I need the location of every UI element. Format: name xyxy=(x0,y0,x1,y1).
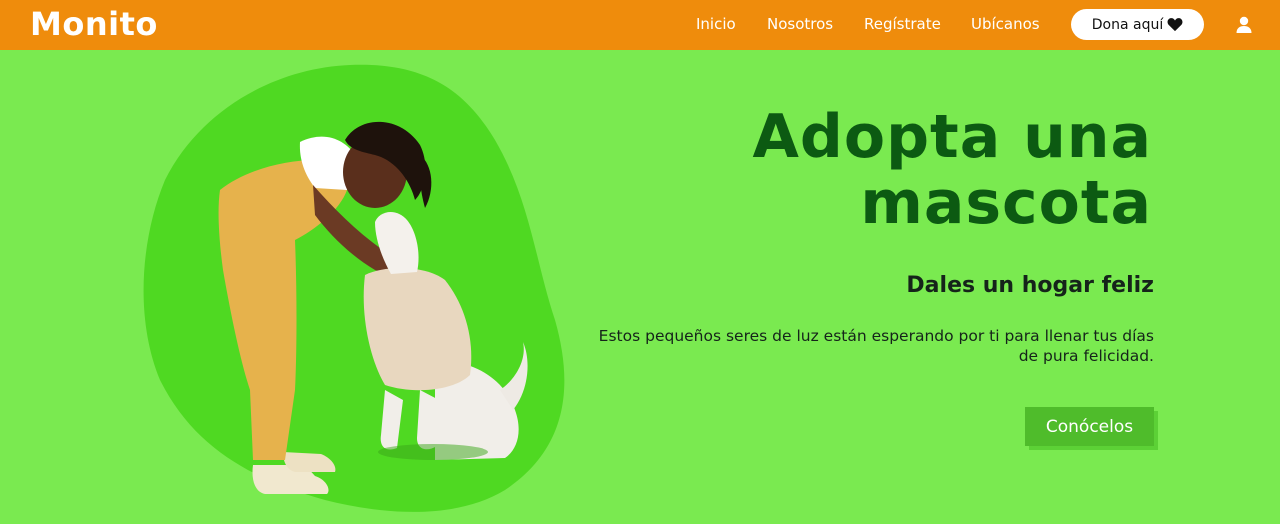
hero-title: Adopta una mascota xyxy=(752,102,1152,238)
donate-button-label: Dona aquí xyxy=(1091,16,1164,33)
hero-subtitle: Dales un hogar feliz xyxy=(906,273,1154,298)
conocelos-button[interactable]: Conócelos xyxy=(1025,407,1154,446)
hero-illustration xyxy=(143,64,565,512)
heart-icon xyxy=(1167,18,1183,32)
nav-link-ubicanos[interactable]: Ubícanos xyxy=(971,14,1040,34)
user-icon[interactable] xyxy=(1234,15,1254,35)
nav-link-inicio[interactable]: Inicio xyxy=(696,14,736,34)
nav-link-nosotros[interactable]: Nosotros xyxy=(767,14,833,34)
nav-link-registrate[interactable]: Regístrate xyxy=(864,14,941,34)
donate-button[interactable]: Dona aquí xyxy=(1071,9,1204,40)
top-navbar: Monito Inicio Nosotros Regístrate Ubícan… xyxy=(0,0,1280,50)
hero-description: Estos pequeños seres de luz están espera… xyxy=(598,327,1154,365)
brand-logo[interactable]: Monito xyxy=(30,4,158,44)
